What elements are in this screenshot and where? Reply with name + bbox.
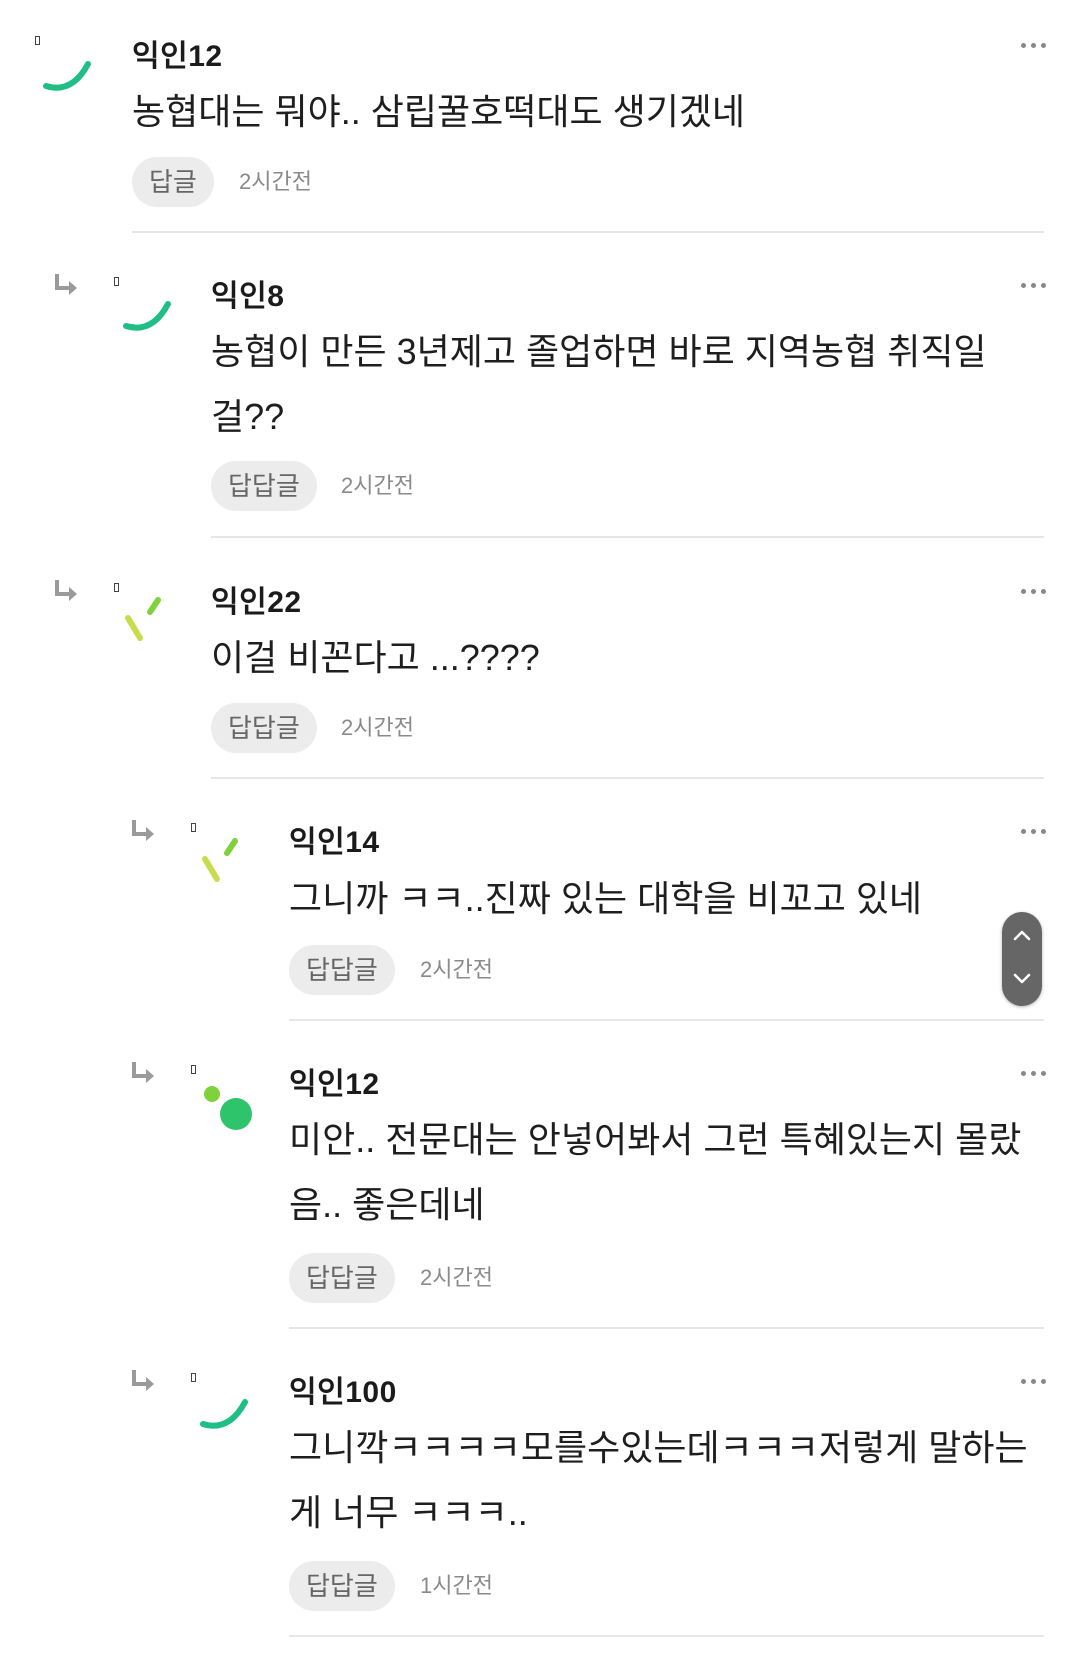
comment-text: 농협이 만든 3년제고 졸업하면 바로 지역농협 취직일 걸?? xyxy=(211,331,987,437)
timestamp: 1시간전 xyxy=(420,1573,493,1598)
scroll-control xyxy=(1002,912,1042,1006)
reply-arrow-icon xyxy=(55,274,77,295)
comment-text: 그니깍ㅋㅋㅋㅋ모를수있는데ㅋㅋㅋ저렇게 말하는게 너무 ㅋㅋㅋ.. xyxy=(289,1427,1028,1533)
avatar xyxy=(43,61,91,91)
comment-text: 그니까 ㅋㅋ..진짜 있는 대학을 비꼬고 있네 xyxy=(289,878,923,919)
nickname[interactable]: 익인100 xyxy=(289,1367,397,1411)
avatar xyxy=(125,597,161,641)
avatar xyxy=(204,1086,252,1130)
timestamp: 2시간전 xyxy=(420,1265,493,1290)
timestamp: 2시간전 xyxy=(239,169,312,194)
comment-text: 농협대는 뭐야.. 삼립꿀호떡대도 생기겠네 xyxy=(132,91,746,132)
more-dots-icon[interactable] xyxy=(1021,280,1047,290)
timestamp: 2시간전 xyxy=(420,957,493,982)
divider xyxy=(211,536,1044,538)
reply-button[interactable]: 답답글 xyxy=(211,461,317,511)
divider xyxy=(289,1327,1044,1329)
reply-button[interactable]: 답답글 xyxy=(289,945,395,995)
level-marker xyxy=(191,1065,196,1074)
nickname[interactable]: 익인22 xyxy=(211,577,302,621)
nickname[interactable]: 익인12 xyxy=(132,31,223,75)
reply-arrow-icon xyxy=(132,1370,154,1391)
chevron-down-icon[interactable] xyxy=(1012,972,1032,986)
nickname[interactable]: 익인12 xyxy=(289,1059,380,1103)
reply-button[interactable]: 답글 xyxy=(132,157,214,207)
avatar xyxy=(202,838,238,882)
comment-item: 익인12 농협대는 뭐야.. 삼립꿀호떡대도 생기겠네 답글 2시간전 xyxy=(0,0,1080,235)
nickname[interactable]: 익인8 xyxy=(211,271,284,315)
comment-text: 이걸 비꼰다고 ...???? xyxy=(211,637,540,678)
reply-button[interactable]: 답답글 xyxy=(211,703,317,753)
divider xyxy=(289,1635,1044,1637)
divider xyxy=(289,1019,1044,1021)
comment-text: 미안.. 전문대는 안넣어봐서 그런 특혜있는지 몰랐음.. 좋은데네 xyxy=(289,1119,1022,1225)
more-dots-icon[interactable] xyxy=(1021,826,1047,836)
reply-arrow-icon xyxy=(132,820,154,841)
more-dots-icon[interactable] xyxy=(1021,40,1047,50)
timestamp: 2시간전 xyxy=(341,473,414,498)
reply-button[interactable]: 답답글 xyxy=(289,1253,395,1303)
reply-button[interactable]: 답답글 xyxy=(289,1561,395,1611)
more-dots-icon[interactable] xyxy=(1021,1376,1047,1386)
avatar xyxy=(123,301,171,331)
nickname[interactable]: 익인14 xyxy=(289,817,380,861)
reply-arrow-icon xyxy=(132,1062,154,1083)
more-dots-icon[interactable] xyxy=(1021,586,1047,596)
divider xyxy=(211,777,1044,779)
chevron-up-icon[interactable] xyxy=(1012,928,1032,942)
avatar xyxy=(200,1399,248,1429)
timestamp: 2시간전 xyxy=(341,715,414,740)
reply-arrow-icon xyxy=(55,580,77,601)
divider xyxy=(132,231,1044,233)
more-dots-icon[interactable] xyxy=(1021,1068,1047,1078)
